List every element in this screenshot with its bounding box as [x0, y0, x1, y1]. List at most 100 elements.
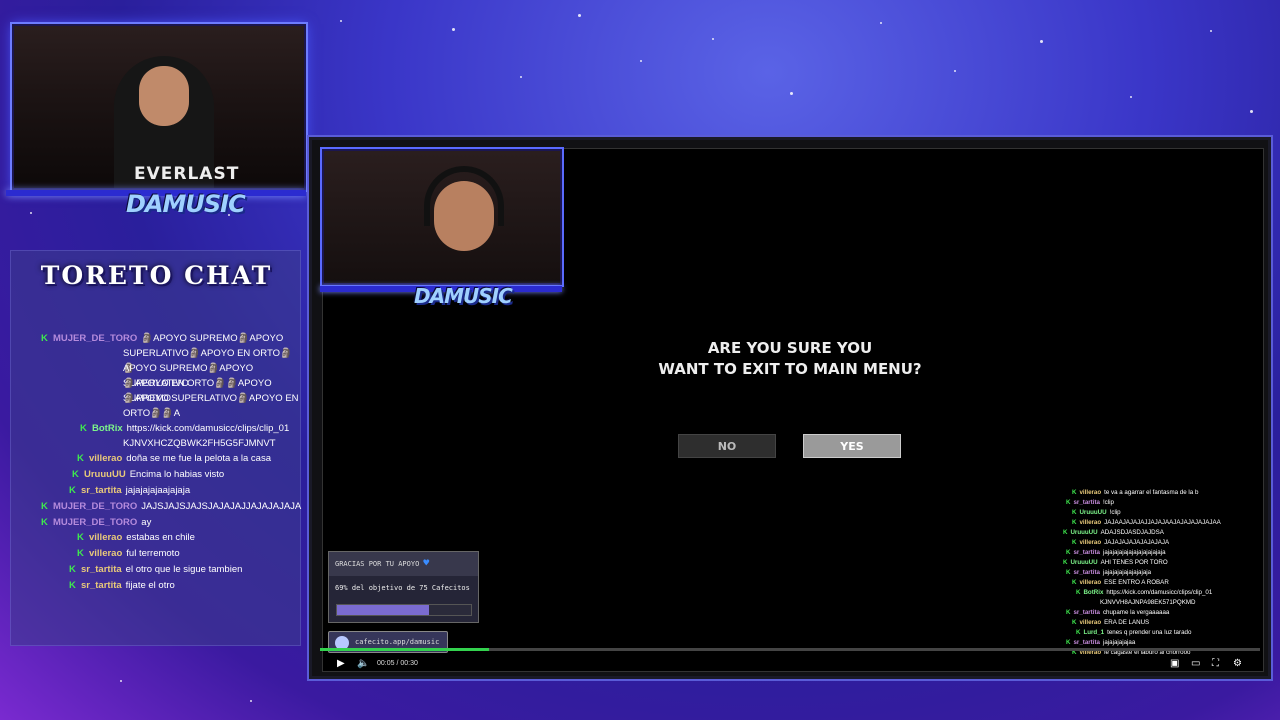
chat-text: el otro que le sigue tambien [125, 564, 243, 575]
overlay-chat-message: K BotRix https://kick.com/damusicc/clips/c… [1076, 588, 1212, 598]
video-controls: ▶ 🔈 00:05 / 00:30 ▣ ▭ ⛶ ⚙ [320, 654, 1260, 676]
chat-username[interactable]: MUJER_DE_TORO [53, 517, 137, 528]
overlay-chat-text: !clip [1109, 509, 1121, 516]
overlay-chat-username[interactable]: sr_tartita [1073, 609, 1099, 616]
overlay-chat-text: tenes q prender una luz tarado [1107, 629, 1192, 636]
kick-badge-icon: K [1072, 539, 1077, 546]
overlay-chat-text: JAJAJAJAJAJAJAJAJA [1104, 539, 1170, 546]
kick-badge-icon: K [1066, 639, 1071, 646]
overlay-chat-username[interactable]: sr_tartita [1073, 549, 1099, 556]
donation-widget: GRACIAS POR TU APOYO ♥ 69% del objetivo d… [328, 551, 479, 623]
kick-badge-icon: K [1066, 609, 1071, 616]
chat-message: Kvillerao estabas en chile [77, 530, 195, 545]
question-line-1: ARE YOU SURE YOU [707, 339, 873, 357]
chat-username[interactable]: MUJER_DE_TORO [53, 333, 137, 344]
overlay-chat-text: jajajajajajajajajajajajaja [1102, 549, 1166, 556]
volume-icon[interactable]: 🔈 [357, 658, 369, 669]
overlay-chat-text: AHI TENES POR TORO [1100, 559, 1168, 566]
kick-badge-icon: K [72, 469, 79, 480]
overlay-chat-username[interactable]: villerao [1079, 619, 1101, 626]
chat-text: fijate el otro [125, 580, 175, 591]
chat-message: Ksr_tartita jajajajajaajajaja [69, 483, 190, 498]
kick-badge-icon: K [1076, 589, 1081, 596]
chat-username[interactable]: BotRix [92, 423, 123, 434]
overlay-chat-username[interactable]: UruuuUU [1070, 559, 1097, 566]
overlay-chat-message: Ksr_tartita chupame la vergaaaaaa [1066, 608, 1169, 618]
chat-username[interactable]: villerao [89, 548, 122, 559]
overlay-chat-text: ESE ENTRO A ROBAR [1104, 579, 1169, 586]
kick-badge-icon: K [69, 485, 76, 496]
overlay-chat-username[interactable]: sr_tartita [1073, 639, 1099, 646]
chat-text: https://kick.com/damusicc/clips/clip_01 [126, 423, 290, 434]
heart-icon: ♥ [423, 558, 430, 569]
pip-icon[interactable]: ▣ [1170, 658, 1179, 669]
streamer-webcam: EVERLAST [12, 24, 306, 190]
chat-text: Encima lo habias visto [129, 469, 225, 480]
question-line-2: WANT TO EXIT TO MAIN MENU? [658, 360, 922, 378]
chat-username[interactable]: UruuuUU [84, 469, 126, 480]
overlay-chat-username[interactable]: BotRix [1083, 589, 1103, 596]
kick-badge-icon: K [77, 453, 84, 464]
chat-message: K MUJER_DE_TORO 🗿APOYO SUPREMO🗿APOYO [41, 331, 301, 346]
overlay-chat-message: Ksr_tartita jajajajajajajajajaja [1066, 568, 1151, 578]
overlay-chat-username[interactable]: villerao [1079, 519, 1101, 526]
kick-badge-icon: K [80, 423, 87, 434]
overlay-chat-text: chupame la vergaaaaaa [1102, 609, 1170, 616]
donation-goal-text: 69% del objetivo de 75 Cafecitos [335, 584, 470, 592]
overlay-chat-username[interactable]: sr_tartita [1073, 499, 1099, 506]
chat-username[interactable]: villerao [89, 532, 122, 543]
overlay-chat-username[interactable]: villerao [1079, 539, 1101, 546]
damusic-logo: DAMUSIC [414, 284, 513, 308]
kick-badge-icon: K [77, 548, 84, 559]
chat-username[interactable]: sr_tartita [81, 485, 122, 496]
fullscreen-icon[interactable]: ⛶ [1212, 658, 1219, 669]
chat-message: K MUJER_DE_TORO ay [41, 515, 151, 530]
kick-badge-icon: K [1066, 499, 1071, 506]
chat-username[interactable]: sr_tartita [81, 564, 122, 575]
donation-progress-bar [336, 604, 472, 616]
settings-icon[interactable]: ⚙ [1233, 658, 1242, 669]
kick-badge-icon: K [1072, 519, 1077, 526]
kick-badge-icon: K [1072, 579, 1077, 586]
overlay-chat-username[interactable]: UruuuUU [1070, 529, 1097, 536]
theater-icon[interactable]: ▭ [1191, 658, 1200, 669]
chat-text: estabas en chile [126, 532, 195, 543]
chat-panel: TORETO CHAT K MUJER_DE_TORO 🗿APOYO SUPREMO… [10, 250, 301, 646]
chat-username[interactable]: villerao [89, 453, 122, 464]
yes-button[interactable]: YES [803, 434, 901, 458]
exit-dialog-question: ARE YOU SURE YOU WANT TO EXIT TO MAIN ME… [650, 338, 930, 380]
overlay-chat-message: K UruuuUU AHI TENES POR TORO [1063, 558, 1168, 568]
chat-text: 🗿APOYO SUPREMO🗿APOYO [141, 333, 284, 344]
streamer-head [139, 66, 189, 126]
chat-text: jajajajajaajajaja [125, 485, 191, 496]
chat-message: K MUJER_DE_TORO JAJSJAJSJAJSJAJAJAJJAJAJAJ… [41, 499, 301, 514]
video-progress-bar[interactable] [320, 648, 1260, 651]
chat-message: Kvillerao doña se me fue la pelota a la c… [77, 451, 271, 466]
chat-username[interactable]: sr_tartita [81, 580, 122, 591]
overlay-chat-message: KJNVVH8AJNPA98EK571PQKMD [1100, 598, 1196, 608]
overlay-chat-username[interactable]: villerao [1079, 489, 1101, 496]
overlay-chat-username[interactable]: UruuuUU [1079, 509, 1106, 516]
kick-badge-icon: K [1072, 509, 1077, 516]
overlay-chat-message: Ksr_tartita !clip [1066, 498, 1114, 508]
overlay-chat-message: Ksr_tartita jajajajajajajajajajajajaja [1066, 548, 1166, 558]
donation-header-text: GRACIAS POR TU APOYO [335, 560, 420, 568]
chat-message: Kvillerao ful terremoto [77, 546, 180, 561]
chat-text: JAJSJAJSJAJSJAJAJAJJAJAJAJAJA [141, 501, 302, 512]
chat-text: doña se me fue la pelota a la casa [126, 453, 271, 464]
kick-badge-icon: K [41, 517, 48, 528]
overlay-chat-username[interactable]: Lurd_1 [1083, 629, 1104, 636]
no-button[interactable]: NO [678, 434, 776, 458]
overlay-chat-username[interactable]: sr_tartita [1073, 569, 1099, 576]
overlay-chat-message: Kvillerao JAJAAJAJAJAJJAJAJAAJAJAJAJAJAJA… [1072, 518, 1221, 528]
play-icon[interactable]: ▶ [337, 658, 345, 669]
overlay-chat-message: K Lurd_1 tenes q prender una luz tarado [1076, 628, 1191, 638]
overlay-chat-message: Kvillerao te va a agarrar el fantasma de … [1072, 488, 1198, 498]
shirt-text: EVERLAST [134, 164, 240, 184]
kick-badge-icon: K [1066, 549, 1071, 556]
chat-message: Ksr_tartita fijate el otro [69, 578, 175, 593]
chat-text: ful terremoto [126, 548, 180, 559]
overlay-chat-username[interactable]: villerao [1079, 579, 1101, 586]
chat-username[interactable]: MUJER_DE_TORO [53, 501, 137, 512]
kick-badge-icon: K [1063, 559, 1068, 566]
